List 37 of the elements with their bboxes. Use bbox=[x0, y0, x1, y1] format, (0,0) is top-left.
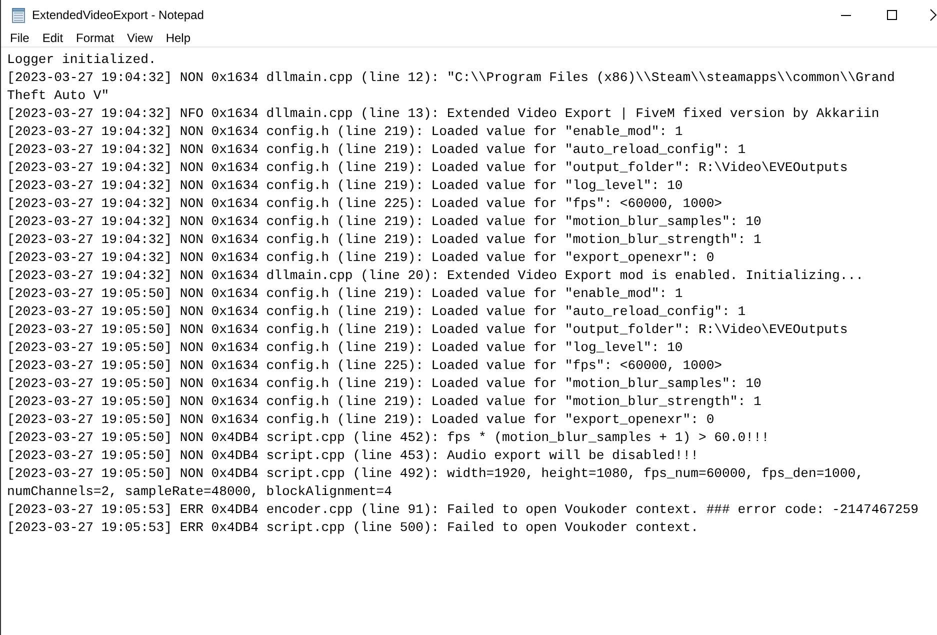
log-line: [2023-03-27 19:05:50] NON 0x1634 config.h (line 225): Loaded value for "fps": <60000, 1000> bbox=[7, 357, 722, 375]
maximize-icon[interactable] bbox=[887, 10, 897, 20]
log-line: [2023-03-27 19:04:32] NON 0x1634 config.h (line 219): Loaded value for "log_level": 10 bbox=[7, 177, 683, 195]
log-line: Theft Auto V" bbox=[7, 87, 110, 105]
menu-item[interactable]: Format bbox=[70, 29, 122, 47]
log-line: [2023-03-27 19:05:50] NON 0x1634 config.h (line 219): Loaded value for "output_folder": R:\Video\EVEOutputs bbox=[7, 321, 848, 339]
log-line: [2023-03-27 19:05:50] NON 0x4DB4 script.cpp (line 452): fps * (motion_blur_samples + 1) > 60.0!!! bbox=[7, 429, 770, 447]
log-line: [2023-03-27 19:05:50] NON 0x1634 config.h (line 219): Loaded value for "auto_reload_config": 1 bbox=[7, 303, 746, 321]
log-line: [2023-03-27 19:04:32] NON 0x1634 config.h (line 219): Loaded value for "motion_blur_samples": 10 bbox=[7, 213, 762, 231]
log-line: [2023-03-27 19:05:50] NON 0x1634 config.h (line 219): Loaded value for "export_openexr": 0 bbox=[7, 411, 714, 429]
log-line: [2023-03-27 19:04:32] NON 0x1634 dllmain.cpp (line 20): Extended Video Export mod is enabled. Initializing... bbox=[7, 267, 864, 285]
log-line: [2023-03-27 19:04:32] NON 0x1634 config.h (line 219): Loaded value for "enable_mod": 1 bbox=[7, 123, 683, 141]
log-line: [2023-03-27 19:05:50] NON 0x1634 config.h (line 219): Loaded value for "log_level": 10 bbox=[7, 339, 683, 357]
menu-item[interactable]: Help bbox=[160, 29, 198, 47]
log-line: [2023-03-27 19:05:50] NON 0x4DB4 script.cpp (line 492): width=1920, height=1080, fps_num=60000, fps_den=1000, bbox=[7, 465, 864, 483]
log-line: [2023-03-27 19:05:50] NON 0x1634 config.h (line 219): Loaded value for "motion_blur_strength": 1 bbox=[7, 393, 762, 411]
log-line: [2023-03-27 19:04:32] NON 0x1634 config.h (line 219): Loaded value for "export_openexr": 0 bbox=[7, 249, 714, 267]
window-title: ExtendedVideoExport - Notepad bbox=[32, 7, 204, 24]
log-line: numChannels=2, sampleRate=48000, blockAlignment=4 bbox=[7, 483, 392, 501]
minimize-icon[interactable] bbox=[841, 14, 851, 16]
log-line: [2023-03-27 19:05:53] ERR 0x4DB4 script.cpp (line 500): Failed to open Voukoder context. bbox=[7, 519, 698, 537]
log-line: [2023-03-27 19:04:32] NON 0x1634 config.h (line 225): Loaded value for "fps": <60000, 1000> bbox=[7, 195, 722, 213]
log-line: [2023-03-27 19:04:32] NON 0x1634 config.h (line 219): Loaded value for "motion_blur_strength": 1 bbox=[7, 231, 762, 249]
log-line: [2023-03-27 19:04:32] NFO 0x1634 dllmain.cpp (line 13): Extended Video Export | FiveM fixed version by Akkariin bbox=[7, 105, 880, 123]
log-line: Logger initialized. bbox=[7, 51, 156, 69]
log-line: [2023-03-27 19:04:32] NON 0x1634 config.h (line 219): Loaded value for "output_folder": R:\Video\EVEOutputs bbox=[7, 159, 848, 177]
log-line: [2023-03-27 19:05:53] ERR 0x4DB4 encoder.cpp (line 91): Failed to open Voukoder context. ### error code: -2147467259 bbox=[7, 501, 918, 519]
log-line: [2023-03-27 19:05:50] NON 0x1634 config.h (line 219): Loaded value for "motion_blur_samples": 10 bbox=[7, 375, 762, 393]
notepad-icon bbox=[12, 8, 25, 22]
menu-item[interactable]: Edit bbox=[36, 29, 70, 47]
log-line: [2023-03-27 19:05:50] NON 0x4DB4 script.cpp (line 453): Audio export will be disabled!!! bbox=[7, 447, 698, 465]
log-line: [2023-03-27 19:05:50] NON 0x1634 config.h (line 219): Loaded value for "enable_mod": 1 bbox=[7, 285, 683, 303]
log-line: [2023-03-27 19:04:32] NON 0x1634 config.h (line 219): Loaded value for "auto_reload_config": 1 bbox=[7, 141, 746, 159]
close-icon[interactable] bbox=[930, 9, 937, 21]
log-line: [2023-03-27 19:04:32] NON 0x1634 dllmain.cpp (line 12): "C:\\Program Files (x86)\\Steam\\steamapps\\common\\Grand bbox=[7, 69, 895, 87]
menu-item[interactable]: View bbox=[121, 29, 160, 47]
menu-item[interactable]: File bbox=[4, 29, 36, 47]
